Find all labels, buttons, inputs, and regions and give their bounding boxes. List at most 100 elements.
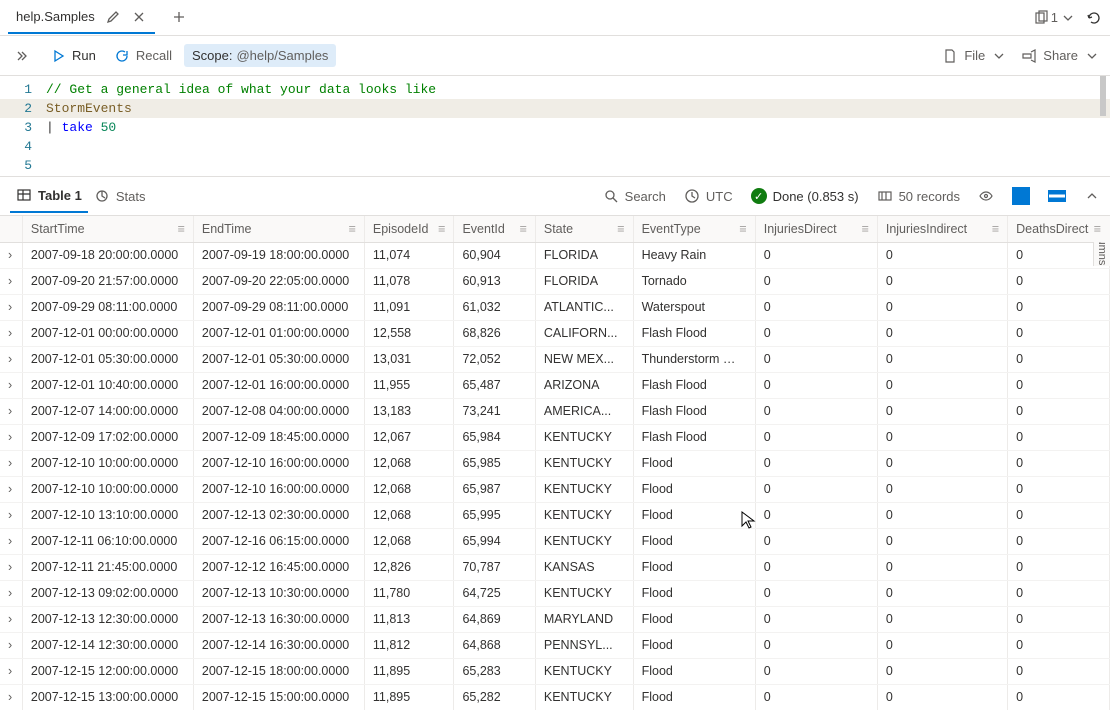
expand-row-icon[interactable]: ›	[0, 320, 22, 346]
cell: 11,895	[364, 658, 454, 684]
cell: 2007-12-14 16:30:00.0000	[193, 632, 364, 658]
close-icon[interactable]	[131, 8, 147, 25]
add-tab-button[interactable]	[171, 9, 187, 27]
editor-scrollbar[interactable]	[1100, 76, 1106, 116]
tab-table[interactable]: Table 1	[10, 179, 88, 213]
table-row[interactable]: ›2007-12-15 13:00:00.00002007-12-15 15:0…	[0, 684, 1110, 710]
search-button[interactable]: Search	[603, 188, 666, 204]
editor-line[interactable]: 2StormEvents	[0, 99, 1110, 118]
expand-row-icon[interactable]: ›	[0, 424, 22, 450]
cell: KENTUCKY	[535, 476, 633, 502]
tab-active[interactable]: help.Samples	[8, 2, 155, 34]
cell: 2007-12-09 18:45:00.0000	[193, 424, 364, 450]
table-row[interactable]: ›2007-12-11 06:10:00.00002007-12-16 06:1…	[0, 528, 1110, 554]
utc-button[interactable]: UTC	[684, 188, 733, 204]
table-row[interactable]: ›2007-12-13 12:30:00.00002007-12-13 16:3…	[0, 606, 1110, 632]
cell: Flood	[633, 580, 755, 606]
cell: ATLANTIC...	[535, 294, 633, 320]
cell: 0	[755, 372, 877, 398]
column-header[interactable]: EpisodeId≡	[364, 216, 454, 242]
column-header[interactable]: State≡	[535, 216, 633, 242]
expand-row-icon[interactable]: ›	[0, 606, 22, 632]
expand-row-icon[interactable]: ›	[0, 268, 22, 294]
cell: 0	[1008, 398, 1110, 424]
editor-line[interactable]: 1// Get a general idea of what your data…	[0, 80, 1110, 99]
expand-row-icon[interactable]: ›	[0, 372, 22, 398]
table-row[interactable]: ›2007-12-10 10:00:00.00002007-12-10 16:0…	[0, 450, 1110, 476]
table-row[interactable]: ›2007-12-10 13:10:00.00002007-12-13 02:3…	[0, 502, 1110, 528]
chevron-down-icon	[991, 48, 1007, 64]
table-row[interactable]: ›2007-12-11 21:45:00.00002007-12-12 16:4…	[0, 554, 1110, 580]
column-header[interactable]: InjuriesIndirect≡	[877, 216, 1007, 242]
expand-row-icon[interactable]: ›	[0, 398, 22, 424]
column-header[interactable]: DeathsDirect≡	[1008, 216, 1110, 242]
edit-icon[interactable]	[105, 8, 121, 25]
cell: Flash Flood	[633, 398, 755, 424]
expand-row-icon[interactable]: ›	[0, 476, 22, 502]
column-header[interactable]: EventType≡	[633, 216, 755, 242]
scope-chip[interactable]: Scope: @help/Samples	[184, 44, 336, 67]
cell: 0	[877, 528, 1007, 554]
code-content: StormEvents	[46, 99, 132, 118]
table-row[interactable]: ›2007-12-01 05:30:00.00002007-12-01 05:3…	[0, 346, 1110, 372]
recall-button[interactable]: Recall	[108, 44, 178, 68]
table-row[interactable]: ›2007-12-10 10:00:00.00002007-12-10 16:0…	[0, 476, 1110, 502]
code-editor[interactable]: 1// Get a general idea of what your data…	[0, 76, 1110, 176]
clock-icon	[684, 188, 700, 204]
editor-line[interactable]: 5	[0, 156, 1110, 175]
expand-row-icon[interactable]: ›	[0, 658, 22, 684]
cell: 2007-12-10 13:10:00.0000	[22, 502, 193, 528]
expand-row-icon[interactable]: ›	[0, 502, 22, 528]
toolbar: Run Recall Scope: @help/Samples File Sha…	[0, 36, 1110, 76]
file-button[interactable]: File	[942, 48, 1007, 64]
table-row[interactable]: ›2007-09-20 21:57:00.00002007-09-20 22:0…	[0, 268, 1110, 294]
cell: 2007-12-15 12:00:00.0000	[22, 658, 193, 684]
cell: 2007-12-07 14:00:00.0000	[22, 398, 193, 424]
expand-row-icon[interactable]: ›	[0, 294, 22, 320]
cell: 0	[1008, 476, 1110, 502]
editor-line[interactable]: 4	[0, 137, 1110, 156]
cell: PENNSYL...	[535, 632, 633, 658]
cell: 0	[1008, 632, 1110, 658]
table-row[interactable]: ›2007-12-01 10:40:00.00002007-12-01 16:0…	[0, 372, 1110, 398]
expand-row-icon[interactable]: ›	[0, 554, 22, 580]
expand-row-icon[interactable]: ›	[0, 580, 22, 606]
expand-row-icon[interactable]: ›	[0, 528, 22, 554]
run-button[interactable]: Run	[44, 44, 102, 68]
cell: 2007-12-10 10:00:00.0000	[22, 450, 193, 476]
table-row[interactable]: ›2007-12-07 14:00:00.00002007-12-08 04:0…	[0, 398, 1110, 424]
tab-stats[interactable]: Stats	[88, 180, 152, 212]
editor-line[interactable]: 3| take 50	[0, 118, 1110, 137]
expand-row-icon[interactable]: ›	[0, 450, 22, 476]
run-label: Run	[72, 48, 96, 63]
table-row[interactable]: ›2007-12-01 00:00:00.00002007-12-01 01:0…	[0, 320, 1110, 346]
cell: 12,068	[364, 476, 454, 502]
table-row[interactable]: ›2007-12-13 09:02:00.00002007-12-13 10:3…	[0, 580, 1110, 606]
chevron-up-icon[interactable]	[1084, 188, 1100, 205]
table-row[interactable]: ›2007-09-18 20:00:00.00002007-09-19 18:0…	[0, 242, 1110, 268]
expand-row-icon[interactable]: ›	[0, 346, 22, 372]
expand-panel-icon[interactable]	[10, 44, 38, 68]
undo-icon[interactable]	[1086, 9, 1102, 26]
cell: 2007-12-11 06:10:00.0000	[22, 528, 193, 554]
line-number: 3	[0, 118, 46, 137]
duplicate-tab-button[interactable]: 1	[1033, 10, 1076, 26]
table-row[interactable]: ›2007-12-09 17:02:00.00002007-12-09 18:4…	[0, 424, 1110, 450]
view-mode-compact[interactable]	[1012, 187, 1030, 205]
table-row[interactable]: ›2007-12-14 12:30:00.00002007-12-14 16:3…	[0, 632, 1110, 658]
cell: 0	[877, 346, 1007, 372]
column-header[interactable]: StartTime≡	[22, 216, 193, 242]
hide-icon[interactable]	[978, 188, 994, 205]
share-button[interactable]: Share	[1021, 48, 1100, 64]
cell: 0	[755, 580, 877, 606]
table-row[interactable]: ›2007-09-29 08:11:00.00002007-09-29 08:1…	[0, 294, 1110, 320]
expand-row-icon[interactable]: ›	[0, 242, 22, 268]
results-grid[interactable]: Columns StartTime≡EndTime≡EpisodeId≡Even…	[0, 216, 1110, 710]
column-header[interactable]: InjuriesDirect≡	[755, 216, 877, 242]
table-row[interactable]: ›2007-12-15 12:00:00.00002007-12-15 18:0…	[0, 658, 1110, 684]
view-mode-rows[interactable]	[1048, 190, 1066, 202]
expand-row-icon[interactable]: ›	[0, 684, 22, 710]
column-header[interactable]: EventId≡	[454, 216, 535, 242]
column-header[interactable]: EndTime≡	[193, 216, 364, 242]
expand-row-icon[interactable]: ›	[0, 632, 22, 658]
